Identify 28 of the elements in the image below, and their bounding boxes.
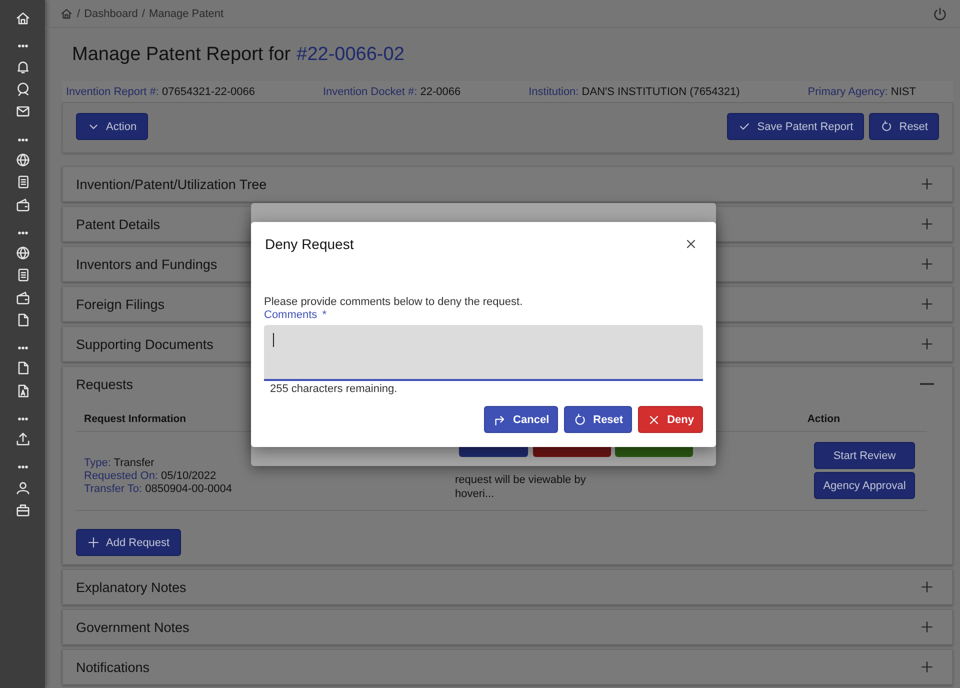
column-header: Action (807, 413, 840, 425)
info-field: Institution: DAN'S INSTITUTION (7654321) (528, 86, 740, 98)
section-title: Supporting Documents (76, 336, 214, 352)
required-mark: * (322, 309, 326, 321)
section-title: Foreign Filings (76, 296, 165, 312)
breadcrumb-separator: / (77, 8, 80, 20)
section-title: Requests (76, 376, 134, 392)
dialog-message: Please provide comments below to deny the request. (264, 296, 523, 308)
page-title: Manage Patent Report for (72, 44, 291, 66)
request-note: request will be viewable by hoveri... (455, 472, 587, 500)
info-field: Primary Agency: NIST (808, 86, 916, 98)
breadcrumb-separator: / (142, 8, 145, 20)
character-counter: 255 characters remaining. (270, 383, 398, 395)
section-title: Inventors and Fundings (76, 256, 218, 272)
info-field: Invention Docket #: 22-0066 (322, 86, 461, 98)
request-detail: Type: Transfer (84, 457, 156, 470)
column-header: Request Information (84, 413, 186, 425)
section-title: Notifications (76, 660, 150, 674)
report-number: #22-0066-02 (296, 44, 404, 66)
request-detail: Requested On: 05/10/2022 (84, 470, 218, 483)
info-field: Invention Report #: 07654321-22-0066 (66, 86, 255, 98)
section-title: Patent Details (76, 216, 160, 232)
field-label: Comments (264, 309, 318, 321)
dialog-title: Deny Request (265, 236, 354, 252)
section-title: Government Notes (76, 620, 190, 634)
section-title: Invention/Patent/Utilization Tree (76, 176, 267, 192)
section-title: Explanatory Notes (76, 580, 186, 594)
request-detail: Transfer To: 0850904-00-0004 (84, 483, 233, 496)
